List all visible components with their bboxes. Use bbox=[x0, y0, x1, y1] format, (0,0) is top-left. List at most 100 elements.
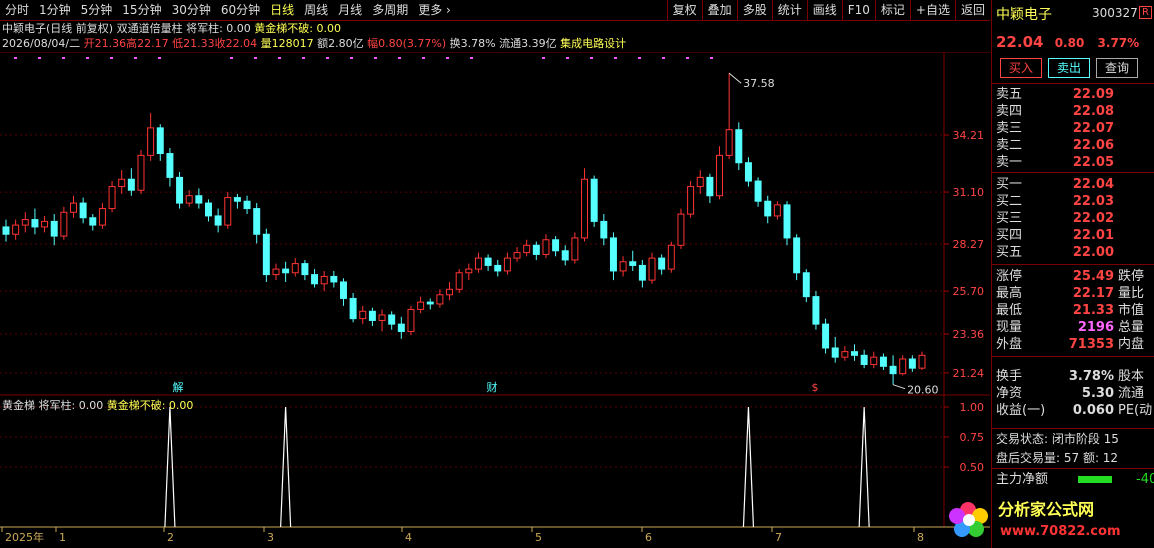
after-hours: 盘后交易量: 57 额: 12 bbox=[996, 451, 1119, 465]
period-tab-4[interactable]: 30分钟 bbox=[167, 0, 216, 20]
stock-title: 中颖电子(日线 前复权) bbox=[2, 22, 114, 35]
candle-body bbox=[744, 162, 752, 182]
signal-dot bbox=[350, 57, 353, 59]
row-label: 最低 bbox=[996, 303, 1023, 318]
candle-body bbox=[446, 288, 454, 296]
candle-body bbox=[388, 314, 396, 325]
volume-label: 量128017 bbox=[260, 37, 314, 50]
candle-body bbox=[870, 356, 878, 365]
stock-code: 300327 bbox=[1092, 6, 1138, 20]
signal-dot bbox=[446, 57, 449, 59]
sector-label[interactable]: 集成电路设计 bbox=[560, 37, 626, 50]
ask-row-0: 卖五 22.09 bbox=[996, 86, 1154, 103]
low-label: 20.60 bbox=[907, 384, 939, 397]
tool-button-5[interactable]: F10 bbox=[841, 0, 875, 20]
candle-body bbox=[879, 356, 887, 367]
candle-body bbox=[436, 294, 444, 305]
divider bbox=[992, 428, 1154, 429]
candle-body bbox=[137, 154, 145, 191]
row-label: 涨停 bbox=[996, 269, 1023, 284]
tool-button-4[interactable]: 画线 bbox=[806, 0, 842, 20]
tool-buttons: 复权 叠加 多股 统计 画线 F10 标记 +自选 返回 bbox=[666, 0, 990, 20]
signal-dot bbox=[638, 57, 641, 59]
candle-body bbox=[484, 257, 492, 266]
x-tick-label: 8 bbox=[917, 531, 924, 544]
y-tick-label: 28.27 bbox=[953, 238, 985, 251]
row-label: 净资 bbox=[996, 386, 1023, 401]
signal-dot bbox=[86, 57, 89, 59]
tool-button-6[interactable]: 标记 bbox=[874, 0, 910, 20]
signal-dot bbox=[662, 57, 665, 59]
sub-tick-label: 0.50 bbox=[960, 461, 985, 474]
tool-button-7[interactable]: +自选 bbox=[909, 0, 955, 20]
sell-button[interactable]: 卖出 bbox=[1048, 58, 1091, 78]
tool-button-8[interactable]: 返回 bbox=[954, 0, 990, 20]
candle-body bbox=[426, 301, 434, 305]
buy-button[interactable]: 买入 bbox=[1000, 58, 1043, 78]
amount-label: 额2.80亿 bbox=[317, 37, 364, 50]
sub-indicator-name[interactable]: 黄金梯 bbox=[2, 399, 35, 412]
row-label-2: PE(动 bbox=[1118, 403, 1153, 418]
bid-row-4: 买五 22.00 bbox=[996, 244, 1154, 261]
divider bbox=[992, 83, 1154, 84]
row-value: 21.33 bbox=[1072, 303, 1114, 318]
signal-dot bbox=[62, 57, 65, 59]
y-tick-label: 34.21 bbox=[953, 129, 985, 142]
candle-body bbox=[176, 176, 184, 204]
period-tab-2[interactable]: 5分钟 bbox=[76, 0, 118, 20]
candle-body bbox=[349, 297, 357, 320]
tool-button-2[interactable]: 多股 bbox=[736, 0, 772, 20]
period-tabs: 分时 1分钟 5分钟 15分钟 30分钟 60分钟 日线 周线 月线 多周期 更多 › bbox=[0, 0, 456, 20]
candle-body bbox=[638, 264, 646, 281]
tool-button-3[interactable]: 统计 bbox=[771, 0, 807, 20]
candle-body bbox=[677, 213, 685, 246]
high-arrow bbox=[728, 72, 742, 84]
signal-dot bbox=[230, 57, 233, 59]
date-label: 2026/08/04/二 bbox=[2, 37, 81, 50]
signal-dot bbox=[566, 57, 569, 59]
candle-body bbox=[735, 129, 743, 164]
candle-body bbox=[311, 274, 319, 285]
candle-body bbox=[108, 186, 116, 210]
period-tab-3[interactable]: 15分钟 bbox=[117, 0, 166, 20]
period-tab-1[interactable]: 1分钟 bbox=[34, 0, 76, 20]
row-label: 最高 bbox=[996, 286, 1023, 301]
query-button[interactable]: 查询 bbox=[1096, 58, 1139, 78]
stat2-row-1: 净资 5.30 流通 bbox=[996, 385, 1154, 402]
row-value: 22.00 bbox=[1072, 245, 1114, 260]
candle-body bbox=[629, 261, 637, 266]
tool-button-1[interactable]: 叠加 bbox=[701, 0, 737, 20]
low-arrow bbox=[892, 384, 906, 390]
period-tab-0[interactable]: 分时 bbox=[0, 0, 34, 20]
row-label: 买一 bbox=[996, 177, 1023, 192]
row-value: 22.03 bbox=[1072, 194, 1114, 209]
stock-name: 中颖电子 bbox=[996, 7, 1052, 23]
period-tab-8[interactable]: 月线 bbox=[333, 0, 367, 20]
float-label: 流通3.39亿 bbox=[499, 37, 557, 50]
site-logo: 分析家公式网 www.70822.com bbox=[949, 500, 1121, 539]
signal-dot bbox=[686, 57, 689, 59]
period-tab-7[interactable]: 周线 bbox=[299, 0, 333, 20]
stat2-row-2: 收益(一) 0.060 PE(动 bbox=[996, 402, 1154, 419]
candle-body bbox=[291, 263, 299, 274]
ask-row-1: 卖四 22.08 bbox=[996, 103, 1154, 120]
r-badge[interactable]: R bbox=[1139, 6, 1152, 19]
kline-chart[interactable]: 21.24 23.36 25.70 28.27 31.10 34.21 37.58 20.60… bbox=[0, 52, 990, 548]
period-tab-6[interactable]: 日线 bbox=[265, 0, 299, 20]
sub-tick-label: 0.75 bbox=[960, 431, 985, 444]
candle-body bbox=[41, 220, 49, 228]
period-tab-5[interactable]: 60分钟 bbox=[216, 0, 265, 20]
row-label: 卖五 bbox=[996, 87, 1023, 102]
candle-body bbox=[253, 208, 261, 235]
candle-body bbox=[272, 268, 280, 276]
candle-body bbox=[860, 354, 868, 365]
stat-row-2: 最低 21.33 市值 bbox=[996, 302, 1154, 319]
period-tab-10[interactable]: 更多 › bbox=[413, 0, 456, 20]
high-label: 37.58 bbox=[743, 77, 775, 90]
period-tab-9[interactable]: 多周期 bbox=[367, 0, 413, 20]
divider bbox=[992, 264, 1154, 265]
signal-dot bbox=[590, 57, 593, 59]
indicator-name[interactable]: 双通道倍量柱 bbox=[117, 22, 183, 35]
tool-button-0[interactable]: 复权 bbox=[666, 0, 702, 20]
row-value: 22.01 bbox=[1072, 228, 1114, 243]
